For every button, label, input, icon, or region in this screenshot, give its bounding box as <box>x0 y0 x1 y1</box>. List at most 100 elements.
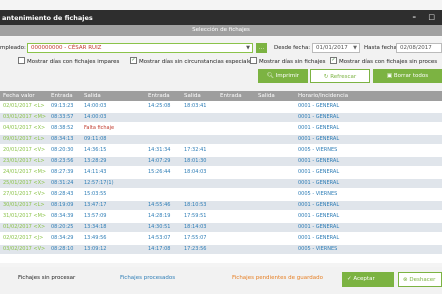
row-time-cell[interactable]: 08:27:39 <box>51 168 73 177</box>
row-time-cell[interactable]: 08:31:24 <box>51 179 73 188</box>
legend-procesados: Fichajes procesados <box>120 275 176 281</box>
row-time-cell[interactable]: 14:55:46 <box>148 201 170 210</box>
row-time-cell[interactable]: 08:34:29 <box>51 234 73 243</box>
row-time-cell[interactable]: 17:59:51 <box>184 212 206 221</box>
from-date-value: 01/01/2017 <box>316 45 348 51</box>
table-row[interactable]: 03/01/2017 <M> 08:33:57 14:00:03 0001 - GEN… <box>0 113 442 122</box>
row-time-cell[interactable]: 18:14:03 <box>184 223 206 232</box>
table-row[interactable]: 01/02/2017 <X> 08:20:25 13:34:18 14:30:51 18… <box>0 223 442 232</box>
row-time-cell[interactable]: Falta fichaje <box>84 124 114 133</box>
check-sin-fichajes[interactable]: Mostrar días sin fichajes <box>250 57 326 65</box>
checkbox[interactable] <box>18 57 25 64</box>
table-row[interactable]: 04/01/2017 <X> 08:38:52 Falta fichaje 0001 … <box>0 124 442 133</box>
row-time-cell[interactable]: 17:32:41 <box>184 146 206 155</box>
print-button[interactable]: 🔍︎ Imprimir <box>258 69 308 83</box>
column-header[interactable]: Salida <box>258 91 275 101</box>
refresh-button[interactable]: ↻ Refrescar <box>310 69 370 83</box>
checkbox-checked[interactable]: ✓ <box>130 57 137 64</box>
row-date: 03/02/2017 <V> <box>3 246 46 252</box>
column-header[interactable]: Horario/Incidencia <box>298 91 348 101</box>
from-date-field[interactable]: 01/01/2017 ▼ <box>312 43 360 53</box>
row-time-cell[interactable]: 15:26:44 <box>148 168 170 177</box>
row-time-cell[interactable]: 14:07:29 <box>148 157 170 166</box>
undo-button[interactable]: ⊗ Deshacer <box>398 272 442 287</box>
chevron-down-icon: ▼ <box>246 45 250 51</box>
column-header[interactable]: Entrada <box>220 91 242 101</box>
accept-button[interactable]: ✓ Aceptar <box>342 272 394 287</box>
title-bar: antenimiento de fichajes – □ <box>0 10 442 25</box>
table-row[interactable]: 02/01/2017 <L> 09:13:23 14:00:03 14:25:08 18… <box>0 102 442 111</box>
row-time-cell[interactable]: 08:20:30 <box>51 146 73 155</box>
row-time-cell[interactable]: 14:28:19 <box>148 212 170 221</box>
checkbox[interactable] <box>250 57 257 64</box>
column-header[interactable]: Salida <box>184 91 201 101</box>
row-horario: 0005 - VIERNES <box>298 246 338 252</box>
row-time-cell[interactable]: 13:34:18 <box>84 223 106 232</box>
to-date-value: 02/08/2017 <box>400 45 432 51</box>
row-time-cell[interactable]: 08:23:56 <box>51 157 73 166</box>
row-time-cell[interactable]: 14:36:15 <box>84 146 106 155</box>
column-header[interactable]: Entrada <box>148 91 170 101</box>
row-horario: 0001 - GENERAL <box>298 213 340 219</box>
row-time-cell[interactable]: 13:28:29 <box>84 157 106 166</box>
row-time-cell[interactable]: 08:28:43 <box>51 190 73 199</box>
row-time-cell[interactable]: 13:47:17 <box>84 201 106 210</box>
employee-search-button[interactable]: … <box>256 43 267 53</box>
row-date: 25/01/2017 <X> <box>3 180 46 186</box>
table-row[interactable]: 02/02/2017 <J> 08:34:29 13:49:56 14:53:07 17… <box>0 234 442 243</box>
delete-all-button[interactable]: ▣ Borrar todos <box>373 69 442 83</box>
to-date-field[interactable]: 02/08/2017 <box>396 43 442 53</box>
row-time-cell[interactable]: 18:01:30 <box>184 157 206 166</box>
row-time-cell[interactable]: 17:23:56 <box>184 245 206 254</box>
table-row[interactable]: 03/02/2017 <V> 08:28:10 13:09:12 14:17:08 17… <box>0 245 442 254</box>
row-time-cell[interactable]: 09:13:23 <box>51 102 73 111</box>
row-time-cell[interactable]: 18:10:53 <box>184 201 206 210</box>
row-time-cell[interactable]: 14:00:03 <box>84 102 106 111</box>
row-time-cell[interactable]: 13:09:12 <box>84 245 106 254</box>
row-time-cell[interactable]: 14:17:08 <box>148 245 170 254</box>
legend-sin-procesar: Fichajes sin procesar <box>18 275 76 281</box>
row-time-cell[interactable]: 14:11:43 <box>84 168 106 177</box>
column-header[interactable]: Salida <box>84 91 101 101</box>
row-time-cell[interactable]: 08:28:10 <box>51 245 73 254</box>
row-time-cell[interactable]: 08:34:39 <box>51 212 73 221</box>
column-header[interactable]: Entrada <box>51 91 73 101</box>
row-time-cell[interactable]: 08:20:25 <box>51 223 73 232</box>
check-sin-procesar[interactable]: ✓ Mostrar días con fichajes sin proces <box>330 57 437 65</box>
row-time-cell[interactable]: 08:38:52 <box>51 124 73 133</box>
check-sin-circunstancias[interactable]: ✓ Mostrar días sin circunstancias especia… <box>130 57 254 65</box>
column-header[interactable]: Fecha valor <box>3 91 35 101</box>
row-time-cell[interactable]: 15:03:55 <box>84 190 106 199</box>
checkbox-checked[interactable]: ✓ <box>330 57 337 64</box>
check-fichajes-impares[interactable]: Mostrar días con fichajes impares <box>18 57 119 65</box>
row-time-cell[interactable]: 18:03:41 <box>184 102 206 111</box>
table-row[interactable]: 30/01/2017 <L> 08:19:09 13:47:17 14:55:46 18… <box>0 201 442 210</box>
row-date: 31/01/2017 <M> <box>3 213 47 219</box>
row-time-cell[interactable]: 14:00:03 <box>84 113 106 122</box>
table-row[interactable]: 27/01/2017 <V> 08:28:43 15:03:55 0005 - VIE… <box>0 190 442 199</box>
window-controls[interactable]: – □ <box>412 13 440 21</box>
row-time-cell[interactable]: 14:25:08 <box>148 102 170 111</box>
row-time-cell[interactable]: 08:33:57 <box>51 113 73 122</box>
row-time-cell[interactable]: 08:19:09 <box>51 201 73 210</box>
row-time-cell[interactable]: 09:11:08 <box>84 135 106 144</box>
filter-panel: mpleado: 000000000 - CÉSAR RUIZ ▼ … Desd… <box>0 37 442 91</box>
row-time-cell[interactable]: 17:55:07 <box>184 234 206 243</box>
row-time-cell[interactable]: 18:04:03 <box>184 168 206 177</box>
table-row[interactable]: 31/01/2017 <M> 08:34:39 13:57:09 14:28:19 17… <box>0 212 442 221</box>
row-time-cell[interactable]: 14:30:51 <box>148 223 170 232</box>
table-row[interactable]: 23/01/2017 <L> 08:23:56 13:28:29 14:07:29 18… <box>0 157 442 166</box>
table-row[interactable]: 09/01/2017 <L> 08:34:13 09:11:08 0001 - GEN… <box>0 135 442 144</box>
row-time-cell[interactable]: 12:57:17(1) <box>84 179 114 188</box>
hasta-label: Hasta fecha: <box>364 45 399 51</box>
table-row[interactable]: 25/01/2017 <X> 08:31:24 12:57:17(1) 0001 - … <box>0 179 442 188</box>
row-time-cell[interactable]: 08:34:13 <box>51 135 73 144</box>
table-row[interactable]: 20/01/2017 <V> 08:20:30 14:36:15 14:31:34 17… <box>0 146 442 155</box>
row-time-cell[interactable]: 13:49:56 <box>84 234 106 243</box>
table-row[interactable]: 24/01/2017 <M> 08:27:39 14:11:43 15:26:44 18… <box>0 168 442 177</box>
row-horario: 0001 - GENERAL <box>298 158 340 164</box>
row-time-cell[interactable]: 13:57:09 <box>84 212 106 221</box>
row-time-cell[interactable]: 14:53:07 <box>148 234 170 243</box>
employee-select[interactable]: 000000000 - CÉSAR RUIZ ▼ <box>27 43 253 53</box>
row-time-cell[interactable]: 14:31:34 <box>148 146 170 155</box>
